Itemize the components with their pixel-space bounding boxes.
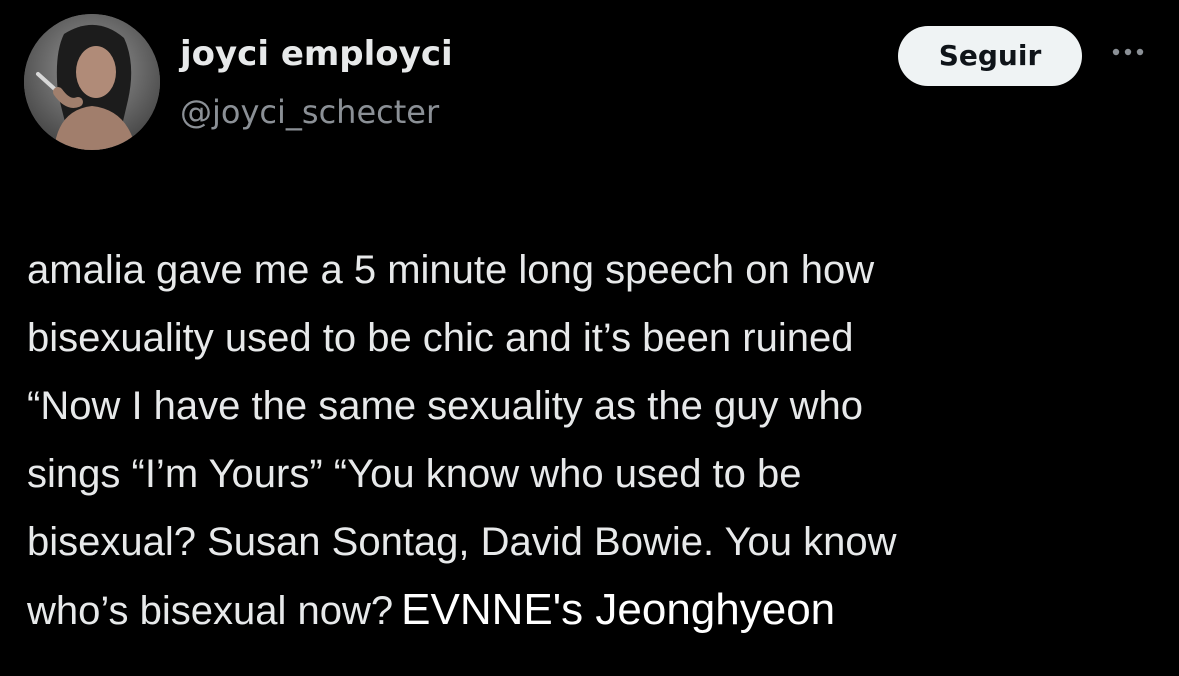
more-options-button[interactable]	[1106, 32, 1158, 72]
author-handle[interactable]: @joyci_schecter	[180, 92, 439, 132]
avatar[interactable]	[24, 14, 160, 150]
tweet-text-line: amalia gave me a 5 minute long speech on…	[27, 248, 875, 292]
more-options-icon	[1112, 48, 1144, 56]
tweet-text-line: “Now I have the same sexuality as the gu…	[27, 384, 863, 428]
overlay-caption: EVNNE's Jeonghyeon	[401, 585, 836, 634]
tweet-text-line: sings “I’m Yours” “You know who used to …	[27, 452, 802, 496]
profile-photo-icon	[24, 14, 160, 150]
tweet-text-line: bisexual? Susan Sontag, David Bowie. You…	[27, 520, 897, 564]
follow-button[interactable]: Seguir	[898, 26, 1082, 86]
tweet-text-line: bisexuality used to be chic and it’s bee…	[27, 316, 854, 360]
tweet-text-line: who’s bisexual now?	[27, 589, 394, 633]
tweet-card: joyci employci @joyci_schecter Seguir am…	[0, 0, 1179, 676]
tweet-last-line: who’s bisexual now? EVNNE's Jeonghyeon	[27, 576, 1167, 644]
tweet-text: amalia gave me a 5 minute long speech on…	[27, 236, 1167, 644]
author-display-name[interactable]: joyci employci	[180, 34, 453, 74]
